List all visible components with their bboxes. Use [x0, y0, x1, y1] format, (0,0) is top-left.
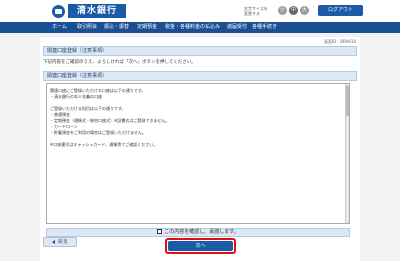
- next-button[interactable]: 次へ: [168, 241, 233, 251]
- fontsize-large-button[interactable]: 大: [300, 6, 309, 15]
- bank-name-logo: 清水銀行: [68, 4, 126, 18]
- nav-notifications[interactable]: 諸届受付: [227, 22, 247, 33]
- nav-time-deposit[interactable]: 定期預金: [137, 22, 157, 33]
- nav-home[interactable]: ホーム: [52, 22, 67, 33]
- agree-checkbox[interactable]: [157, 229, 163, 234]
- back-button[interactable]: 戻る: [43, 237, 77, 247]
- header: 清水銀行 文字サイズを 変更する 小 中 大 ログアウト: [0, 0, 400, 22]
- fontsize-medium-button[interactable]: 中: [289, 6, 298, 15]
- nav-procedures[interactable]: 各種手続き: [252, 22, 277, 33]
- instruction-text: 下記内容をご確認のうえ、よろしければ「次へ」ボタンを押してください。: [43, 60, 196, 65]
- scroll-thumb[interactable]: [346, 86, 349, 116]
- back-arrow-icon: [51, 239, 55, 244]
- fontsize-small-button[interactable]: 小: [278, 6, 287, 15]
- nav-transfer[interactable]: 振込・振替: [104, 22, 129, 33]
- bank-logo-icon: [52, 5, 65, 18]
- nav-tax-payment[interactable]: 税金・各種料金の払込み: [165, 22, 220, 33]
- terms-line: ※口座番号はキャッシュカード、通帳等でご確認ください。: [50, 142, 158, 147]
- logout-button[interactable]: ログアウト: [318, 5, 363, 16]
- next-button-highlight: 次へ: [165, 238, 236, 254]
- agreement-row[interactable]: この内容を確認し、承諾します。: [46, 228, 350, 237]
- screen-id: 画面ID：BRA010: [324, 39, 356, 44]
- terms-textbox[interactable]: 関連口座にご登録いただける口座は以下の通りです。 ・清水銀行の本人名義の口座 ご…: [46, 83, 350, 224]
- nav-inquiry[interactable]: 取引照会: [77, 22, 97, 33]
- main-nav: ホーム 取引照会 振込・振替 定期預金 税金・各種料金の払込み 諸届受付 各種手…: [0, 22, 400, 33]
- fontsize-label-line2: 変更する: [244, 11, 260, 16]
- agree-label: この内容を確認し、承諾します。: [164, 229, 239, 235]
- terms-title: 関連口座登録（注意事項）: [43, 71, 357, 81]
- page-title: 関連口座登録（注意事項）: [43, 46, 357, 56]
- back-label: 戻る: [57, 239, 68, 245]
- terms-scrollbar[interactable]: [345, 84, 349, 223]
- fontsize-label: 文字サイズを 変更する: [244, 6, 276, 16]
- main-content: 画面ID：BRA010 関連口座登録（注意事項） 下記内容をご確認のうえ、よろし…: [40, 37, 360, 261]
